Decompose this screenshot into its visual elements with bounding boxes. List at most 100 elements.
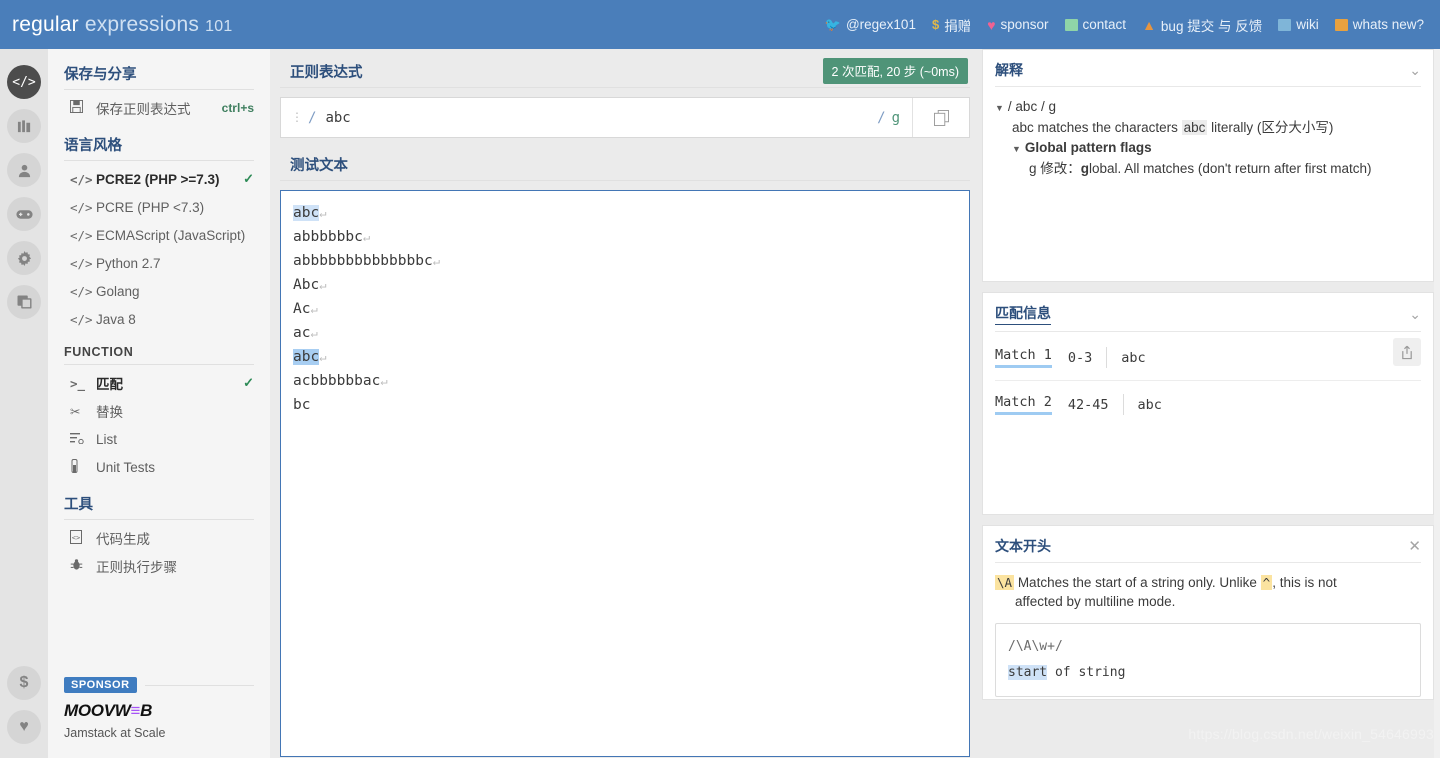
regex-flag-value[interactable]: g <box>892 110 900 126</box>
test-line[interactable]: bc <box>293 393 957 417</box>
nav-wiki-label: wiki <box>1296 17 1319 32</box>
drag-handle-icon[interactable]: ⋮ <box>291 111 303 123</box>
match-range: 0-3 <box>1067 349 1093 366</box>
match-info-title: 匹配信息 <box>995 303 1051 325</box>
dollar-icon: $ <box>19 674 29 691</box>
collapse-triangle-icon[interactable]: ▼ <box>995 103 1004 113</box>
explanation-flag-row: g 修改：global. All matches (don't return a… <box>995 159 1421 179</box>
rail-code-icon[interactable]: </> <box>7 65 41 99</box>
close-icon[interactable]: ✕ <box>1408 537 1421 555</box>
page-scrollbar[interactable] <box>1434 49 1440 758</box>
test-line[interactable]: acbbbbbbac↵ <box>293 369 957 393</box>
rail-sponsor-heart-icon[interactable]: ♥ <box>7 710 41 744</box>
regex-flags[interactable]: / g <box>877 98 912 137</box>
code-icon: </> <box>70 171 93 187</box>
wiki-icon <box>1278 18 1292 31</box>
regex-close-delimiter: / <box>877 109 886 126</box>
test-string-editor[interactable]: abc↵ abbbbbbc↵ abbbbbbbbbbbbbbc↵ Abc↵ Ac… <box>280 190 970 757</box>
sidebar-flavor-java[interactable]: </> Java 8 <box>64 305 254 333</box>
pilcrow-icon: ↵ <box>319 350 327 364</box>
test-line[interactable]: abc↵ <box>293 345 957 369</box>
test-line[interactable]: Abc↵ <box>293 273 957 297</box>
regex-input-field[interactable]: ⋮ / abc <box>281 98 877 137</box>
test-line[interactable]: abbbbbbc↵ <box>293 225 957 249</box>
sidebar-function-match[interactable]: >_ 匹配 ✓ <box>64 369 254 397</box>
nav-sponsor-label: sponsor <box>1000 17 1049 32</box>
nav-contact[interactable]: contact <box>1057 17 1135 32</box>
reference-example-rest: of string <box>1047 665 1126 680</box>
rail-donate-icon[interactable]: $ <box>7 666 41 700</box>
explanation-flag-desc: lobal. All matches (don't return after f… <box>1089 161 1372 176</box>
heart-icon: ♥ <box>19 718 29 735</box>
collapse-triangle-icon[interactable]: ▼ <box>1012 144 1021 154</box>
sidebar-tool-regex-debugger[interactable]: 正则执行步骤 <box>64 552 254 580</box>
sidebar-flavor-ecmascript[interactable]: </> ECMAScript (JavaScript) <box>64 221 254 249</box>
sidebar-flavor-python[interactable]: </> Python 2.7 <box>64 249 254 277</box>
test-line[interactable]: abc↵ <box>293 201 957 225</box>
gamepad-icon <box>15 209 33 219</box>
divider <box>1122 394 1124 415</box>
regex-value[interactable]: abc <box>325 110 350 126</box>
test-line-text: abbbbbbbbbbbbbbc <box>293 253 433 269</box>
match-row[interactable]: Match 2 42-45 abc <box>995 381 1421 427</box>
sponsor-logo-bars: ≡ <box>130 701 141 720</box>
warning-icon: ▲ <box>1142 16 1156 33</box>
gear-icon <box>17 250 31 266</box>
test-line[interactable]: ac↵ <box>293 321 957 345</box>
test-line[interactable]: abbbbbbbbbbbbbbc↵ <box>293 249 957 273</box>
check-icon: ✓ <box>243 375 254 390</box>
chevron-down-icon[interactable]: ⌄ <box>1409 62 1421 79</box>
sidebar-function-unit-tests[interactable]: Unit Tests <box>64 453 254 481</box>
code-icon: </> <box>70 311 93 327</box>
nav-twitter[interactable]: 🐦 @regex101 <box>817 17 924 32</box>
community-icon <box>17 295 31 309</box>
sidebar-tools-header: 工具 <box>64 493 254 520</box>
chevron-down-icon[interactable]: ⌄ <box>1409 306 1421 323</box>
sidebar-flavor-pcre2[interactable]: </> PCRE2 (PHP >=7.3) ✓ <box>64 165 254 193</box>
test-line[interactable]: Ac↵ <box>293 297 957 321</box>
regex-title-row: 正则表达式 2 次匹配, 20 步 (~0ms) <box>270 49 980 88</box>
match-row[interactable]: Match 1 0-3 abc <box>995 334 1421 380</box>
reference-example-text: start of string <box>1008 660 1408 686</box>
match-label: Match 2 <box>995 394 1052 415</box>
share-icon <box>1402 345 1412 359</box>
reference-description: \A Matches the start of a string only. U… <box>995 573 1421 611</box>
sidebar-function-substitution-label: 替换 <box>96 405 123 420</box>
sidebar-flavor-golang[interactable]: </> Golang <box>64 277 254 305</box>
match-count-badge: 2 次匹配, 20 步 (~0ms) <box>822 58 968 84</box>
sidebar-item-save-regex[interactable]: 保存正则表达式 ctrl+s <box>64 94 254 122</box>
rail-gear-icon[interactable] <box>7 241 41 275</box>
sponsor-logo: MOOVW≡B <box>64 701 254 721</box>
rail-community-icon[interactable] <box>7 285 41 319</box>
sidebar-flavor-pcre[interactable]: </> PCRE (PHP <7.3) <box>64 193 254 221</box>
test-line-text: ac <box>293 325 311 341</box>
nav-donate[interactable]: $ 捐赠 <box>924 15 979 35</box>
nav-whats-new[interactable]: whats new? <box>1327 17 1432 32</box>
site-logo[interactable]: regular expressions 101 <box>12 13 232 37</box>
nav-wiki[interactable]: wiki <box>1270 17 1327 32</box>
reference-example-pattern: /\A\w+/ <box>1008 639 1063 654</box>
explanation-pattern-row[interactable]: ▼ / abc / g <box>995 97 1421 118</box>
rail-account-icon[interactable] <box>7 153 41 187</box>
rail-library-icon[interactable] <box>7 109 41 143</box>
code-icon: </> <box>70 227 93 243</box>
sidebar-function-list[interactable]: List <box>64 425 254 453</box>
nav-sponsor[interactable]: ♥ sponsor <box>979 17 1056 32</box>
share-match-button[interactable] <box>1393 338 1421 366</box>
icon-rail: </> $ ♥ <box>0 49 48 758</box>
twitter-icon: 🐦 <box>824 17 841 32</box>
sidebar-tool-code-generator[interactable]: <> 代码生成 <box>64 524 254 552</box>
sidebar-function-substitution[interactable]: ✂ 替换 <box>64 397 254 425</box>
test-line-text: acbbbbbbac <box>293 373 381 389</box>
regex-input-box[interactable]: ⋮ / abc / g <box>280 97 970 138</box>
scissors-icon: ✂ <box>70 404 81 419</box>
sidebar-save-shortcut: ctrl+s <box>221 101 254 115</box>
heart-icon: ♥ <box>987 16 996 33</box>
bug-icon <box>70 558 96 574</box>
nav-bug[interactable]: ▲ bug 提交 与 反馈 <box>1134 15 1270 35</box>
nav-donate-label: 捐赠 <box>944 18 972 34</box>
copy-regex-button[interactable] <box>912 98 969 137</box>
sponsor-block[interactable]: SPONSOR MOOVW≡B Jamstack at Scale <box>64 677 254 740</box>
rail-gamepad-icon[interactable] <box>7 197 41 231</box>
explanation-flags-header-row[interactable]: ▼ Global pattern flags <box>995 138 1421 159</box>
